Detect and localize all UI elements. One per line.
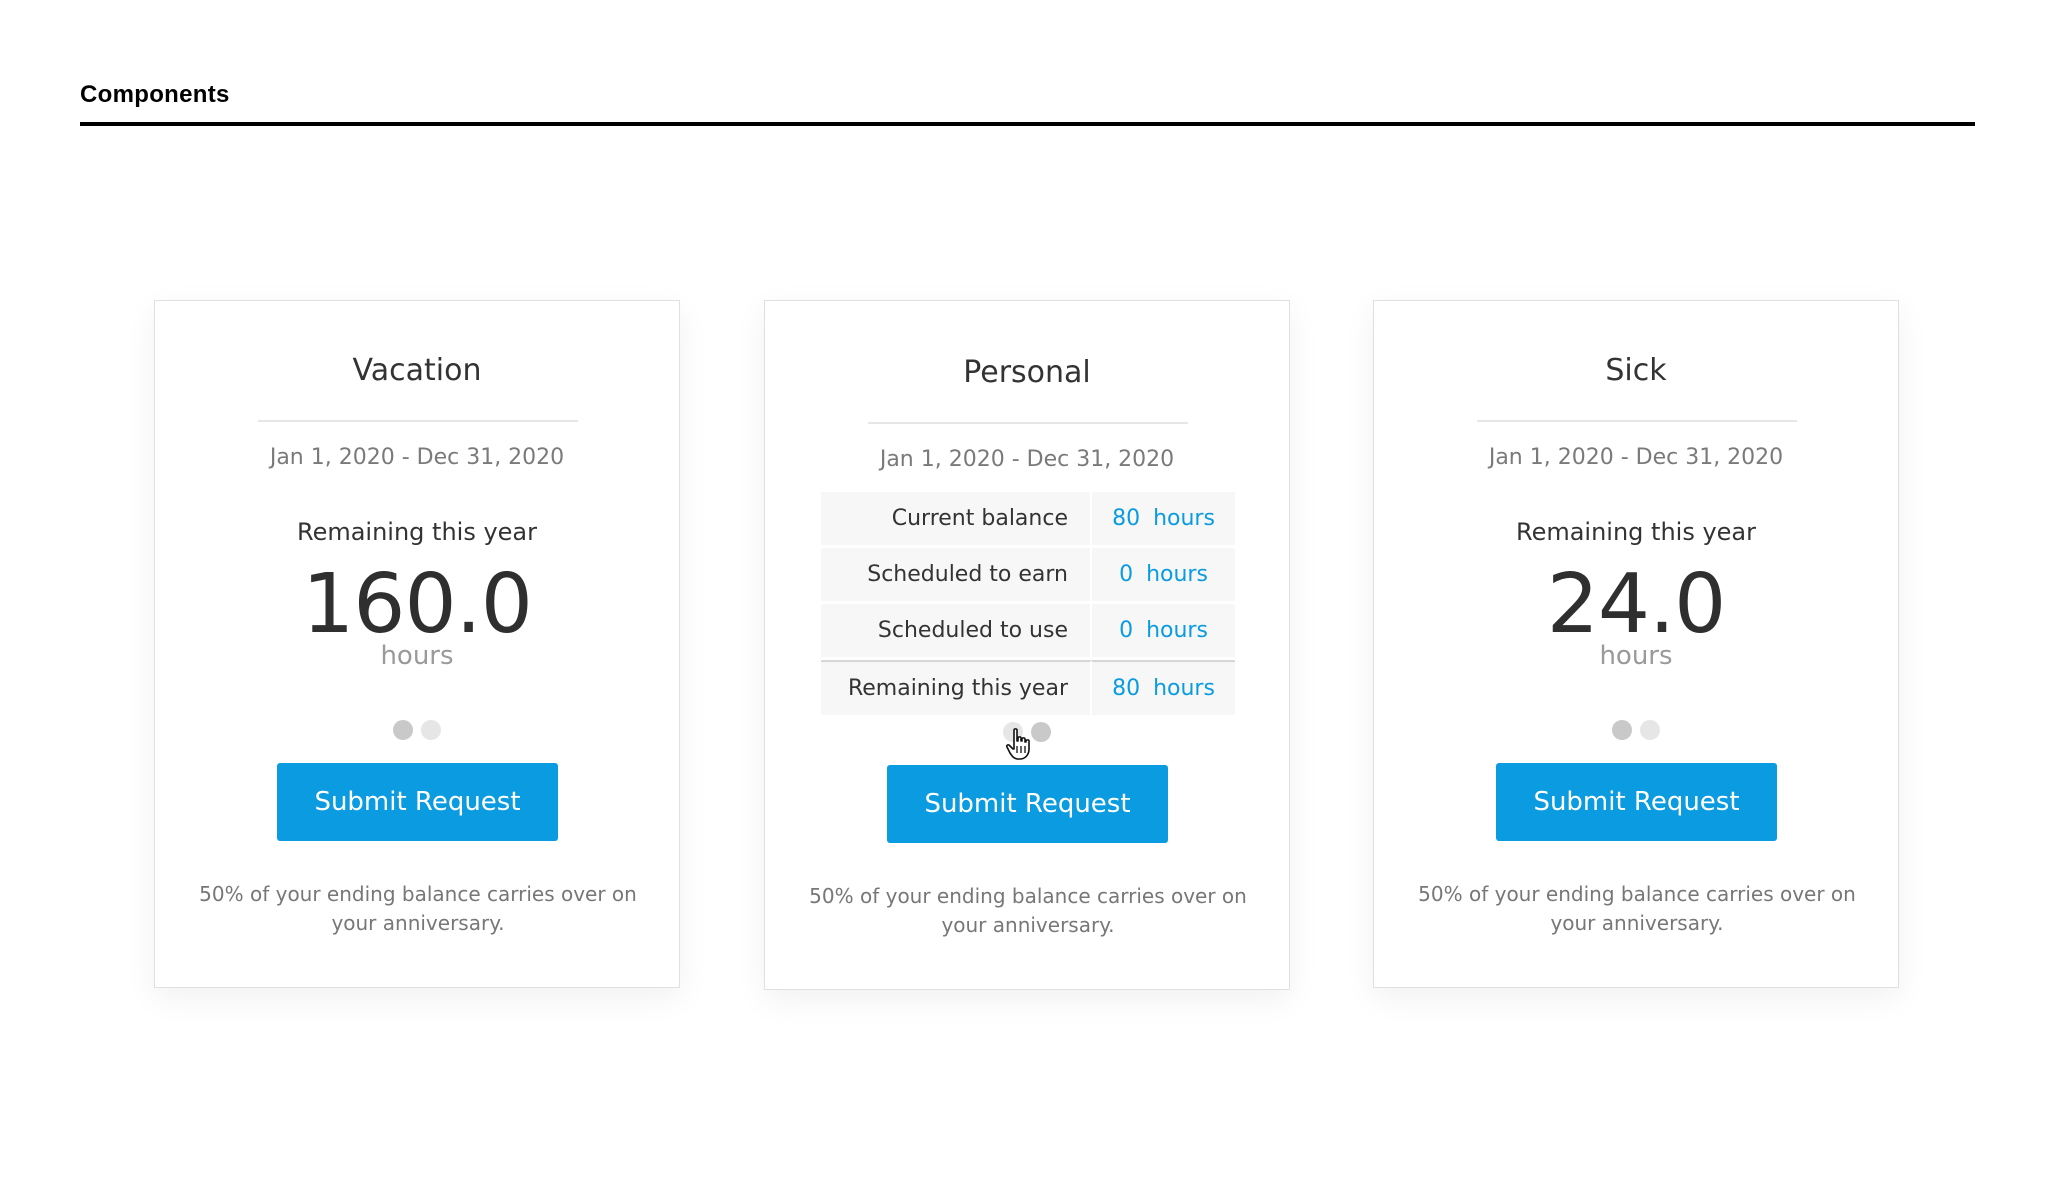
carryover-note: 50% of your ending balance carries over … <box>1418 882 1856 935</box>
card-title: Personal <box>963 355 1091 390</box>
remaining-unit: hours <box>380 641 454 671</box>
card-divider <box>1477 420 1797 422</box>
row-label: Scheduled to use <box>821 604 1092 657</box>
card-divider <box>868 422 1188 424</box>
table-row: Scheduled to use 0 hours <box>821 604 1235 657</box>
pagination-dot-1[interactable] <box>393 720 413 740</box>
balance-table: Current balance 80 hours Scheduled to ea… <box>821 489 1235 718</box>
row-value: 80 hours <box>1092 660 1235 715</box>
pagination-dot-2[interactable] <box>1031 722 1051 742</box>
pagination-dot-1[interactable] <box>1612 720 1632 740</box>
sick-card: Sick Jan 1, 2020 - Dec 31, 2020 Remainin… <box>1373 300 1899 988</box>
carryover-note: 50% of your ending balance carries over … <box>199 882 637 935</box>
remaining-label: Remaining this year <box>1515 518 1757 546</box>
section-divider <box>80 122 1975 126</box>
page: Components Vacation Jan 1, 2020 - Dec 31… <box>0 0 2048 1200</box>
row-label: Remaining this year <box>821 660 1092 715</box>
pagination-dots <box>765 722 1289 742</box>
card-date-range: Jan 1, 2020 - Dec 31, 2020 <box>879 447 1175 472</box>
row-value: 80 hours <box>1092 492 1235 545</box>
submit-request-button[interactable]: Submit Request <box>1496 763 1777 841</box>
remaining-label: Remaining this year <box>296 518 538 546</box>
remaining-value: 160.0 <box>302 557 533 652</box>
card-title: Sick <box>1605 353 1667 388</box>
row-label: Current balance <box>821 492 1092 545</box>
card-title: Vacation <box>352 353 482 388</box>
section-title: Components <box>80 81 230 108</box>
pagination-dot-2[interactable] <box>1640 720 1660 740</box>
card-divider <box>258 420 578 422</box>
vacation-card: Vacation Jan 1, 2020 - Dec 31, 2020 Rema… <box>154 300 680 988</box>
table-row: Current balance 80 hours <box>821 492 1235 545</box>
submit-request-button[interactable]: Submit Request <box>277 763 558 841</box>
row-value: 0 hours <box>1092 548 1235 601</box>
table-row-total: Remaining this year 80 hours <box>821 660 1235 715</box>
personal-card: Personal Jan 1, 2020 - Dec 31, 2020 Curr… <box>764 300 1290 990</box>
card-date-range: Jan 1, 2020 - Dec 31, 2020 <box>1488 445 1784 470</box>
pagination-dots <box>155 720 679 740</box>
pagination-dots <box>1374 720 1898 740</box>
table-row: Scheduled to earn 0 hours <box>821 548 1235 601</box>
remaining-unit: hours <box>1599 641 1673 671</box>
pagination-dot-2[interactable] <box>421 720 441 740</box>
remaining-value: 24.0 <box>1546 557 1727 652</box>
row-label: Scheduled to earn <box>821 548 1092 601</box>
submit-request-button[interactable]: Submit Request <box>887 765 1168 843</box>
carryover-note: 50% of your ending balance carries over … <box>809 884 1247 937</box>
pagination-dot-1[interactable] <box>1003 722 1023 742</box>
row-value: 0 hours <box>1092 604 1235 657</box>
card-date-range: Jan 1, 2020 - Dec 31, 2020 <box>269 445 565 470</box>
